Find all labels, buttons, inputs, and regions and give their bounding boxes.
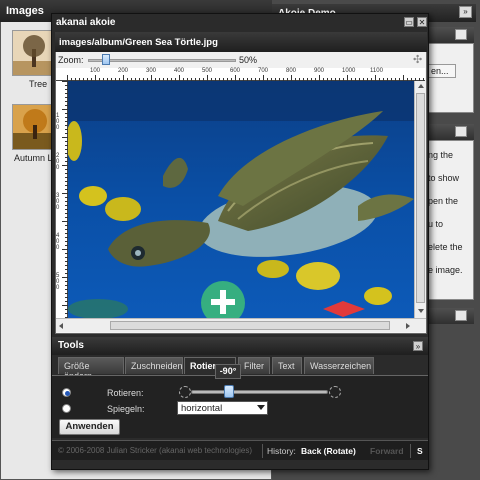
tab-filter[interactable]: Filter [238,357,270,374]
ruler-label: 1100 [370,68,383,74]
thumbnail-tree[interactable] [12,30,56,76]
mirror-select[interactable]: horizontal [177,401,268,415]
thumbnail-autumn-label: Autumn L [14,153,53,163]
tools-collapse-icon[interactable]: » [413,341,423,351]
help-line: elete the [428,242,463,252]
scroll-right-icon[interactable] [406,323,410,329]
ruler-label: 100 [90,68,101,74]
ruler-label: 1 0 0 [56,113,60,131]
mirror-label: Spiegeln: [107,404,145,414]
tab-resize[interactable]: Größe ändern [58,357,124,381]
tools-title: Tools [52,337,428,355]
tab-text[interactable]: Text [272,357,302,374]
demo-section-1 [426,43,474,113]
rotate-label: Rotieren: [107,388,144,398]
close-icon[interactable]: ✕ [417,17,427,27]
section-toggle-3-icon[interactable] [455,310,467,321]
history-forward-button[interactable]: Forward [370,446,404,456]
minimize-icon[interactable]: ▭ [404,17,414,27]
help-line: to show [428,173,460,183]
zoom-value: 50% [239,55,258,65]
mirror-radio[interactable] [62,404,71,413]
section-toggle-2-icon[interactable] [455,126,467,137]
scroll-up-icon[interactable] [418,84,424,88]
ruler-label: 5 0 0 [56,273,60,291]
ruler-horizontal: 100 200 300 400 500 600 700 800 900 1000 1100 [67,68,425,81]
ruler-label: 900 [314,68,325,74]
ruler-label: 600 [230,68,241,74]
zoom-label: Zoom: [58,55,84,65]
image-path: images/album/Green Sea Törtle.jpg [55,32,427,52]
rotate-value-tooltip: -90° [215,364,241,379]
apply-button[interactable]: Anwenden [59,419,120,435]
rotate-left-icon[interactable] [179,386,191,398]
copyright-text: © 2006-2008 Julian Stricker (akanai web … [58,446,253,455]
ruler-label: 3 0 0 [56,193,60,211]
history-label: History: [267,446,296,456]
ruler-label: 700 [258,68,269,74]
rotate-right-icon[interactable] [329,386,341,398]
zoom-slider-thumb[interactable] [101,54,110,65]
dialog-title: akanai akoie [56,17,116,28]
ruler-label: 1000 [342,68,356,74]
horizontal-scrollbar[interactable] [56,318,426,332]
scroll-down-icon[interactable] [418,309,424,313]
ruler-label: 500 [202,68,213,74]
autumn-thumbnail-image [13,105,55,149]
tree-thumbnail-image [13,31,55,75]
zoom-row: Zoom: 50% ✣ [56,52,426,68]
ruler-label: 2 0 0 [56,153,60,171]
help-line: pen the [428,196,459,206]
ruler-label: 800 [286,68,297,74]
tab-watermark[interactable]: Wasserzeichen [304,357,374,374]
ruler-label: 4 0 0 [56,233,60,251]
status-divider [262,444,263,458]
help-line: e image. [428,265,463,275]
history-back-button[interactable]: Back (Rotate) [301,446,356,456]
status-extra: S [417,446,423,456]
ruler-label: 300 [146,68,157,74]
zoom-slider-track[interactable] [88,59,236,62]
move-icon[interactable]: ✣ [413,53,422,66]
thumbnail-tree-label: Tree [29,79,48,89]
sea-turtle-photo [68,81,414,318]
vertical-scrollbar[interactable] [414,81,426,318]
demo-open-button[interactable]: en... [428,64,456,78]
rotate-radio[interactable] [62,388,71,397]
status-divider [410,444,411,458]
tab-crop[interactable]: Zuschneiden [125,357,183,374]
demo-help-text-box: ng the to show pen the u to elete the e … [426,140,474,300]
section-toggle-1-icon[interactable] [455,29,467,40]
thumbnail-autumn[interactable] [12,104,56,150]
help-line: u to [428,219,444,229]
scroll-left-icon[interactable] [59,323,63,329]
ruler-label: 400 [174,68,185,74]
collapse-demo-icon[interactable]: » [459,6,472,18]
status-bar: © 2006-2008 Julian Stricker (akanai web … [52,440,428,460]
sea-turtle-image[interactable] [68,81,414,318]
rotate-slider-track[interactable] [191,390,328,394]
chevron-down-icon[interactable] [257,405,265,410]
help-line: ng the [428,150,454,160]
ruler-label: 200 [118,68,129,74]
vertical-scroll-thumb[interactable] [416,93,425,303]
horizontal-scroll-thumb[interactable] [110,321,390,330]
ruler-vertical: 1 0 0 2 0 0 3 0 0 4 0 0 5 0 0 [56,81,68,318]
rotate-slider-thumb[interactable] [224,385,234,398]
